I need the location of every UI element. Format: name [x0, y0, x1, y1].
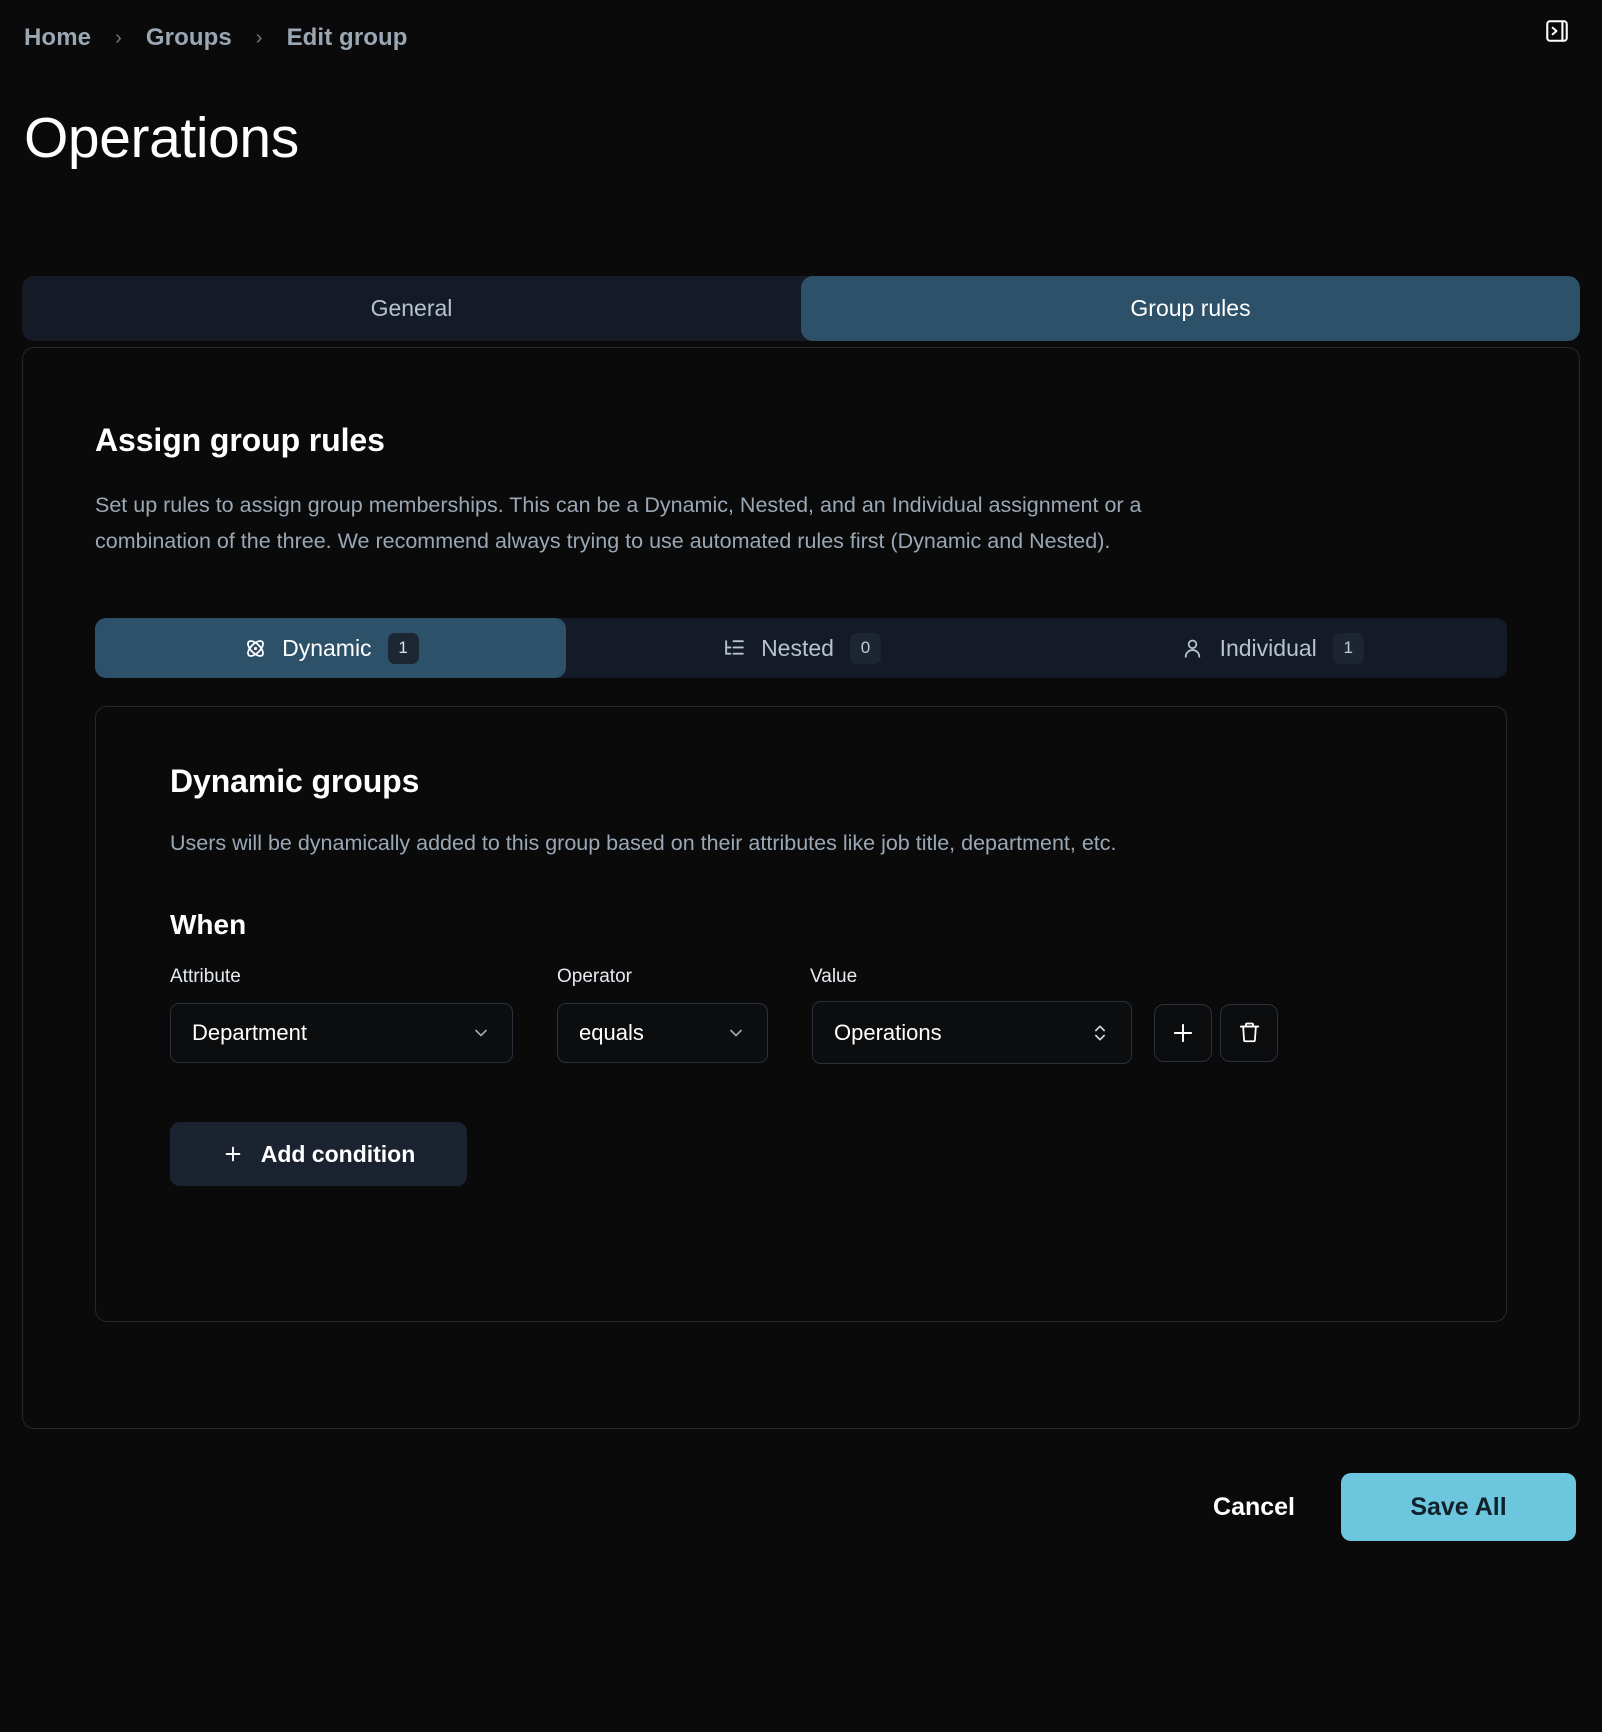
condition-field-labels: Attribute Operator Value: [170, 966, 1432, 988]
add-row-button[interactable]: [1154, 1004, 1212, 1062]
subtab-label: Individual: [1220, 635, 1317, 662]
add-condition-label: Add condition: [261, 1141, 416, 1168]
attribute-label: Attribute: [170, 966, 557, 988]
chevron-up-down-icon: [1090, 1021, 1110, 1045]
tree-list-icon: [721, 635, 747, 661]
attribute-select-value: Department: [192, 1020, 307, 1046]
subtab-count-badge: 0: [850, 633, 881, 664]
plus-icon: [222, 1143, 244, 1165]
operator-label: Operator: [557, 966, 810, 988]
breadcrumb-item-edit-group[interactable]: Edit group: [285, 24, 410, 52]
value-select-value: Operations: [834, 1020, 942, 1046]
breadcrumb-item-home[interactable]: Home: [22, 24, 93, 52]
subtab-count-badge: 1: [388, 633, 419, 664]
delete-row-button[interactable]: [1220, 1004, 1278, 1062]
attribute-select[interactable]: Department: [170, 1003, 513, 1063]
dynamic-groups-title: Dynamic groups: [170, 763, 1432, 800]
breadcrumb-separator: ›: [234, 28, 285, 48]
cancel-button[interactable]: Cancel: [1203, 1479, 1305, 1536]
breadcrumb: Home › Groups › Edit group: [22, 24, 410, 52]
tab-general[interactable]: General: [22, 276, 801, 341]
atom-icon: [242, 635, 268, 661]
dynamic-groups-description: Users will be dynamically added to this …: [170, 825, 1160, 861]
save-all-button[interactable]: Save All: [1341, 1473, 1576, 1541]
panel-right-expand-icon[interactable]: [1540, 14, 1574, 48]
tab-group-rules[interactable]: Group rules: [801, 276, 1580, 341]
main-tabs: General Group rules: [22, 276, 1580, 341]
page-title: Operations: [24, 105, 1580, 171]
subtab-individual[interactable]: Individual 1: [1036, 618, 1507, 678]
operator-select-value: equals: [579, 1020, 644, 1046]
chevron-down-icon: [471, 1023, 491, 1043]
breadcrumb-separator: ›: [93, 28, 144, 48]
chevron-down-icon: [726, 1023, 746, 1043]
operator-select[interactable]: equals: [557, 1003, 768, 1063]
footer-actions: Cancel Save All: [22, 1473, 1580, 1541]
subtab-label: Nested: [761, 635, 834, 662]
group-rules-card: Assign group rules Set up rules to assig…: [22, 347, 1580, 1429]
subtab-dynamic[interactable]: Dynamic 1: [95, 618, 566, 678]
subtab-count-badge: 1: [1333, 633, 1364, 664]
user-icon: [1180, 635, 1206, 661]
topbar: Home › Groups › Edit group: [22, 0, 1580, 76]
page-root: Home › Groups › Edit group Operations Ge…: [0, 0, 1602, 1732]
add-condition-button[interactable]: Add condition: [170, 1122, 467, 1186]
dynamic-groups-panel: Dynamic groups Users will be dynamically…: [95, 706, 1507, 1322]
value-select[interactable]: Operations: [812, 1001, 1132, 1064]
when-heading: When: [170, 909, 1432, 941]
condition-row: Department equals: [170, 1001, 1432, 1064]
rule-type-tabs: Dynamic 1 Nested 0: [95, 618, 1507, 678]
breadcrumb-item-groups[interactable]: Groups: [144, 24, 234, 52]
value-label: Value: [810, 966, 1140, 988]
section-description: Set up rules to assign group memberships…: [95, 487, 1165, 559]
subtab-label: Dynamic: [282, 635, 371, 662]
section-title: Assign group rules: [95, 422, 1507, 459]
subtab-nested[interactable]: Nested 0: [566, 618, 1037, 678]
